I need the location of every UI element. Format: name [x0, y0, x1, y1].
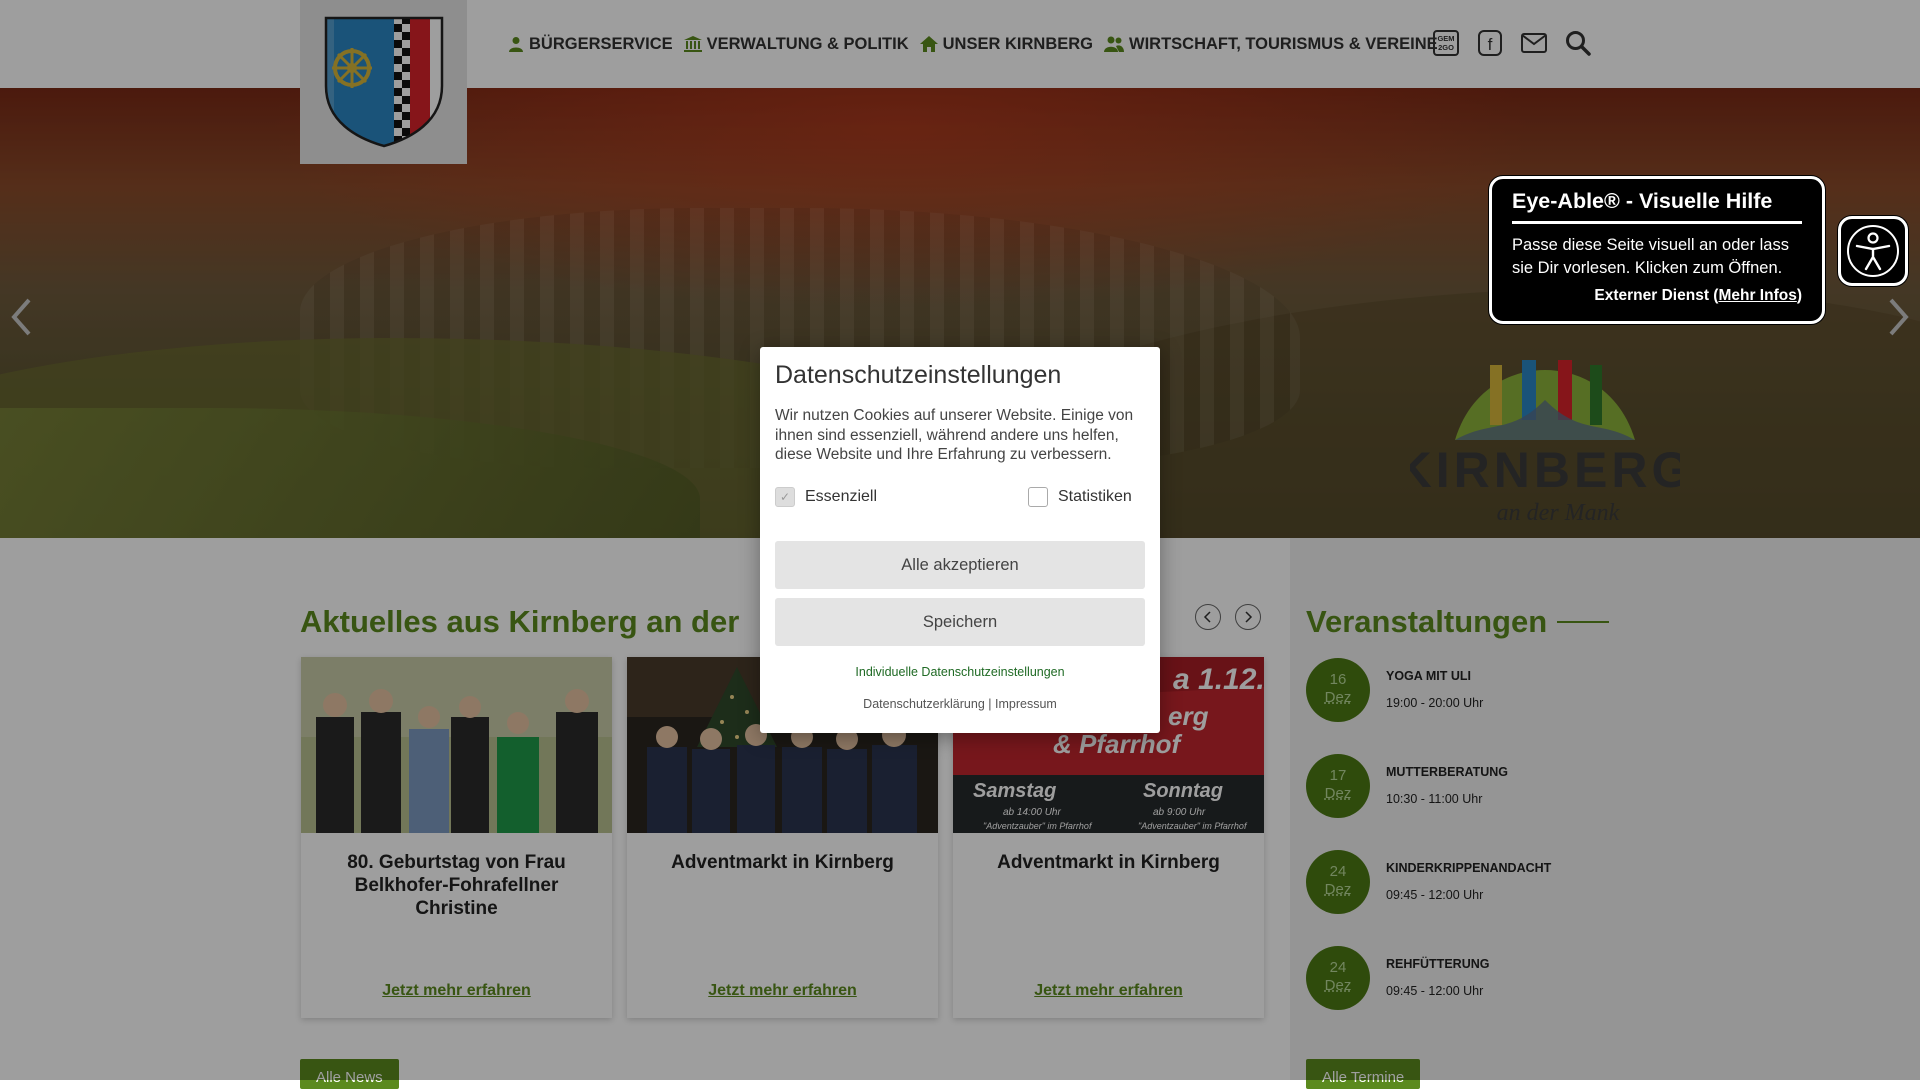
eye-able-button[interactable] [1838, 216, 1908, 286]
accessibility-icon [1847, 225, 1899, 277]
eye-able-text: Passe diese Seite visuell an oder lass s… [1512, 236, 1789, 277]
save-button[interactable]: Speichern [775, 597, 1145, 646]
eye-able-tooltip[interactable]: Eye-Able® - Visuelle Hilfe Passe diese S… [1489, 176, 1825, 324]
eye-able-external: Externer Dienst (Mehr Infos) [1512, 287, 1802, 305]
option-essential: ✓ Essenziell [775, 486, 878, 507]
individual-settings-link[interactable]: Individuelle Datenschutzeinstellungen [775, 665, 1145, 679]
eye-able-ext-prefix: Externer Dienst ( [1594, 287, 1719, 304]
modal-text: Wir nutzen Cookies auf unserer Website. … [775, 407, 1134, 463]
accept-all-button[interactable]: Alle akzeptieren [775, 540, 1145, 589]
privacy-link[interactable]: Datenschutzerklärung [863, 697, 985, 711]
eye-able-title: Eye-Able® - Visuelle Hilfe [1512, 189, 1802, 224]
statistics-checkbox[interactable] [1028, 486, 1048, 507]
link-separator: | [988, 696, 992, 711]
essential-checkbox: ✓ [775, 486, 795, 507]
modal-title: Datenschutzeinstellungen [775, 361, 1062, 389]
eye-able-ext-suffix: ) [1796, 287, 1802, 304]
option-statistics-label: Statistiken [1058, 487, 1132, 505]
cookie-consent-modal: Datenschutzeinstellungen Wir nutzen Cook… [760, 347, 1160, 733]
option-statistics[interactable]: Statistiken [1028, 486, 1132, 507]
eye-able-more-info-link[interactable]: Mehr Infos [1718, 287, 1796, 304]
imprint-link[interactable]: Impressum [995, 697, 1057, 711]
option-essential-label: Essenziell [805, 487, 878, 505]
cookie-options: ✓ Essenziell Statistiken [775, 486, 1145, 517]
modal-footer-links: Datenschutzerklärung | Impressum [775, 697, 1145, 711]
